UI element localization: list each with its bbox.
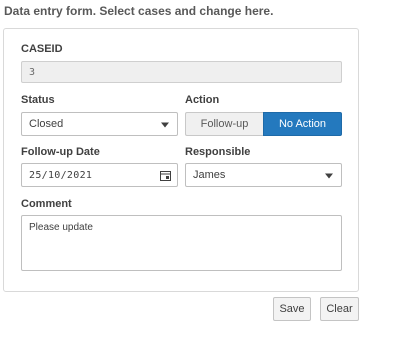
save-button[interactable]: Save [273,297,311,321]
caseid-value: 3 [29,66,36,78]
comment-value: Please update [29,222,93,233]
status-label: Status [21,94,55,106]
data-entry-panel: CASEID 3 Status Closed Action Follow-up … [3,28,359,292]
clear-button[interactable]: Clear [320,297,359,321]
responsible-label: Responsible [185,146,251,158]
action-label: Action [185,94,220,106]
followup-date-input[interactable]: 25/10/2021 [21,163,178,187]
comment-textarea[interactable]: Please update [21,215,342,271]
form-heading: Data entry form. Select cases and change… [4,4,274,18]
comment-label: Comment [21,198,72,210]
action-option-follow-up[interactable]: Follow-up [185,112,263,136]
status-value: Closed [29,118,64,130]
responsible-value: James [193,169,226,181]
responsible-dropdown[interactable]: James [185,163,342,187]
caseid-field: 3 [21,61,342,83]
action-option-no-action[interactable]: No Action [263,112,342,136]
chevron-down-icon [325,173,333,179]
status-dropdown[interactable]: Closed [21,112,178,136]
followup-date-label: Follow-up Date [21,146,100,158]
calendar-icon[interactable] [160,170,171,181]
action-toggle: Follow-up No Action [185,112,342,136]
chevron-down-icon [161,122,169,128]
followup-date-value: 25/10/2021 [29,169,93,181]
caseid-label: CASEID [21,43,63,55]
